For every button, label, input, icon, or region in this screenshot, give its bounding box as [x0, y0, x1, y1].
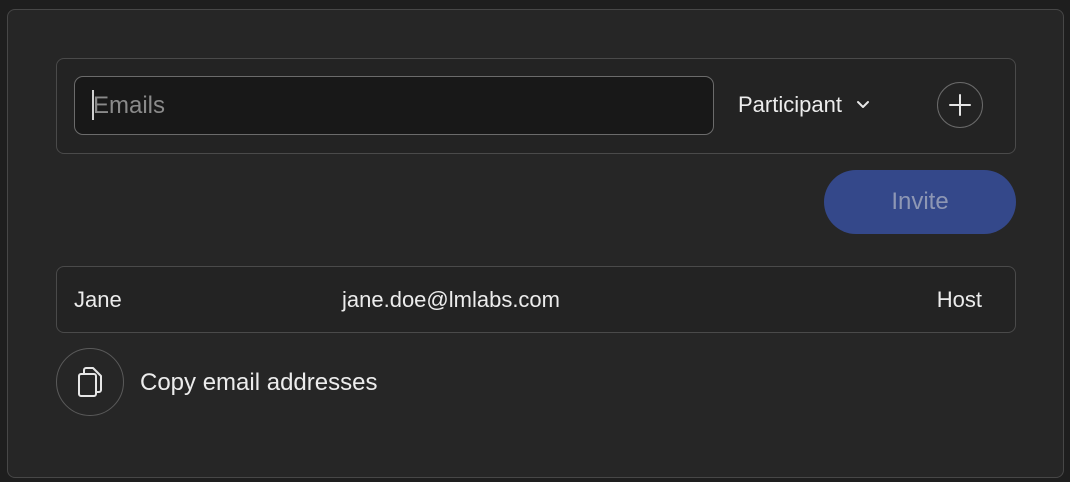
invite-button-label: Invite [891, 188, 949, 215]
member-role: Host [936, 287, 982, 312]
member-name: Jane [74, 287, 122, 312]
copy-emails-button[interactable] [56, 348, 124, 416]
role-dropdown[interactable]: Participant [738, 88, 870, 122]
member-row: Jane jane.doe@lmlabs.com Host [56, 266, 1016, 333]
invite-button[interactable]: Invite [824, 170, 1016, 234]
role-dropdown-label: Participant [738, 92, 842, 117]
add-email-button[interactable] [937, 82, 983, 128]
emails-input[interactable] [74, 76, 714, 135]
copy-emails-label[interactable]: Copy email addresses [140, 369, 377, 397]
copy-icon [73, 365, 107, 399]
text-caret [92, 90, 94, 120]
plus-icon [948, 93, 972, 117]
member-email: jane.doe@lmlabs.com [342, 287, 560, 312]
chevron-down-icon [856, 100, 870, 110]
